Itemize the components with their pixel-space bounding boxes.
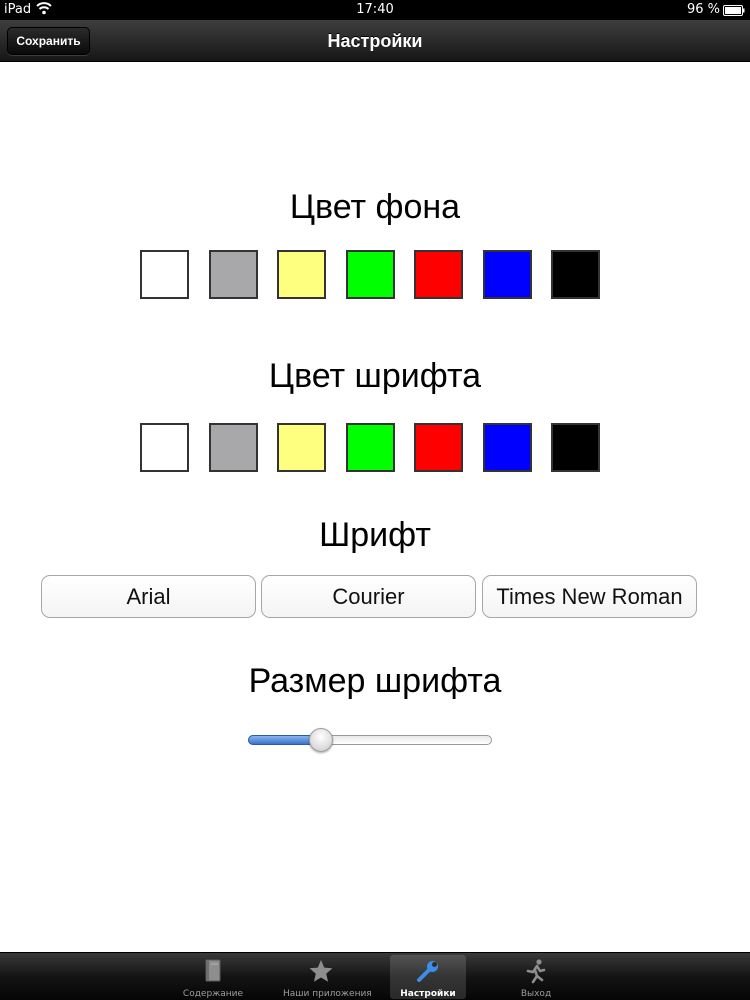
- bg-swatch-gray[interactable]: [209, 250, 258, 299]
- tab-label-settings: Настройки: [400, 989, 456, 999]
- font-swatch-blue[interactable]: [483, 423, 532, 472]
- tab-label-exit: Выход: [520, 989, 552, 999]
- tab-label-our-apps: Наши приложения: [283, 989, 372, 999]
- font-swatch-green[interactable]: [346, 423, 395, 472]
- font-option-courier[interactable]: Courier: [261, 575, 476, 618]
- font-size-title: Размер шрифта: [248, 662, 502, 700]
- bg-swatch-blue[interactable]: [483, 250, 532, 299]
- font-swatch-red[interactable]: [414, 423, 463, 472]
- status-bar: iPad 17:40 96 %: [0, 0, 750, 20]
- font-swatch-black[interactable]: [551, 423, 600, 472]
- tab-contents[interactable]: Содержание: [175, 955, 251, 999]
- bg-swatch-red[interactable]: [414, 250, 463, 299]
- tab-our-apps[interactable]: Наши приложения: [283, 955, 372, 999]
- page-title: Настройки: [327, 31, 423, 51]
- bg-swatch-white[interactable]: [140, 250, 189, 299]
- font-swatch-white[interactable]: [140, 423, 189, 472]
- font-color-swatches: [140, 423, 610, 473]
- running-man-icon: [498, 958, 574, 984]
- status-time: 17:40: [356, 2, 394, 17]
- tab-label-contents: Содержание: [182, 989, 244, 999]
- font-swatch-yellow[interactable]: [277, 423, 326, 472]
- navigation-bar: Настройки Сохранить: [0, 20, 750, 62]
- bg-swatch-black[interactable]: [551, 250, 600, 299]
- background-color-title: Цвет фона: [289, 188, 461, 226]
- background-color-swatches: [140, 250, 610, 300]
- bg-swatch-green[interactable]: [346, 250, 395, 299]
- tab-bar: Содержание Наши приложения Настройки Вых…: [0, 952, 750, 1000]
- font-option-arial[interactable]: Arial: [41, 575, 256, 618]
- bg-swatch-yellow[interactable]: [277, 250, 326, 299]
- star-icon: [283, 958, 359, 984]
- wrench-icon: [390, 958, 466, 984]
- font-option-times-new-roman[interactable]: Times New Roman: [482, 575, 697, 618]
- font-title: Шрифт: [319, 516, 431, 554]
- font-size-slider-thumb[interactable]: [309, 728, 333, 752]
- tab-settings[interactable]: Настройки: [390, 955, 466, 999]
- battery-percentage: 96 %: [686, 2, 720, 17]
- tab-exit[interactable]: Выход: [498, 955, 574, 999]
- font-swatch-gray[interactable]: [209, 423, 258, 472]
- font-color-title: Цвет шрифта: [268, 357, 482, 395]
- battery-icon: [723, 5, 745, 20]
- book-icon: [175, 958, 251, 984]
- save-button[interactable]: Сохранить: [7, 27, 90, 55]
